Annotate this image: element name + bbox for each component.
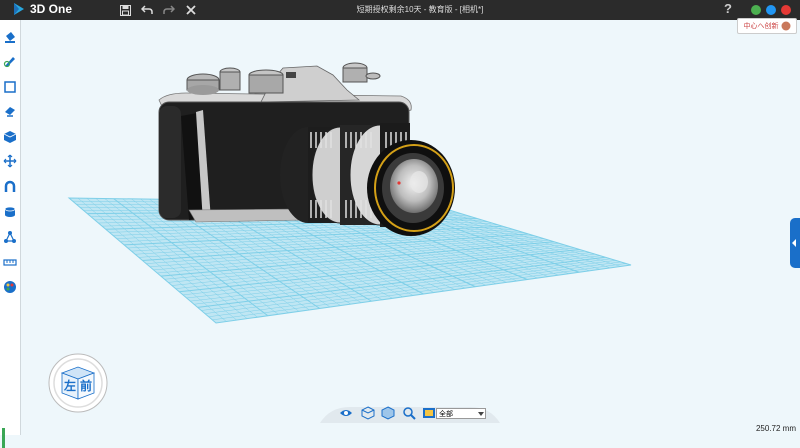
dimension-readout: 250.72 mm — [720, 424, 796, 433]
close-window-button[interactable] — [781, 5, 791, 15]
view-navigation-cube[interactable]: 左 前 — [48, 353, 108, 413]
image-icon[interactable] — [422, 406, 436, 420]
camera-model[interactable] — [159, 63, 455, 236]
undo-icon[interactable] — [140, 2, 154, 18]
zoom-icon[interactable] — [402, 406, 416, 420]
minimize-button[interactable] — [751, 5, 761, 15]
measure-icon[interactable] — [3, 255, 17, 269]
chevron-down-icon — [478, 412, 484, 419]
window-title: 短期授权剩余10天 - 教育版 - [相机*] — [300, 4, 540, 15]
redo-icon[interactable] — [162, 2, 176, 18]
viewport[interactable] — [21, 20, 800, 435]
title-bar: 3D One 短期授权剩余10天 - 教育版 - [相机*] ? — [0, 0, 800, 20]
filter-select[interactable]: 全部 — [436, 408, 486, 419]
scene-canvas — [21, 20, 800, 435]
cylinder-icon[interactable] — [3, 205, 17, 219]
right-panel-toggle[interactable] — [790, 218, 800, 268]
sketch-icon[interactable] — [3, 54, 17, 68]
save-icon[interactable] — [118, 2, 132, 18]
sidebar — [0, 20, 21, 435]
help-button[interactable]: ? — [724, 1, 732, 16]
rectangle-icon[interactable] — [3, 80, 17, 94]
node-icon[interactable] — [3, 230, 17, 244]
move-icon[interactable] — [3, 154, 17, 168]
box-icon[interactable] — [3, 130, 17, 144]
color-palette-icon[interactable] — [3, 280, 17, 294]
close-icon[interactable] — [184, 2, 198, 18]
app-name: 3D One — [30, 2, 72, 16]
cube-cut-icon[interactable] — [3, 104, 17, 118]
sidebar-indicator — [2, 428, 5, 448]
view-cube-icon[interactable] — [361, 406, 375, 420]
navcube-left-label: 左 — [64, 377, 76, 394]
maximize-button[interactable] — [766, 5, 776, 15]
magnet-icon[interactable] — [3, 180, 17, 194]
shade-icon[interactable] — [381, 406, 395, 420]
navcube-front-label: 前 — [80, 377, 92, 394]
filter-select-value: 全部 — [439, 411, 453, 418]
paint-bucket-icon[interactable] — [3, 30, 17, 44]
eye-icon[interactable] — [339, 406, 353, 420]
logo-icon — [12, 2, 26, 16]
app-logo: 3D One — [12, 2, 72, 16]
